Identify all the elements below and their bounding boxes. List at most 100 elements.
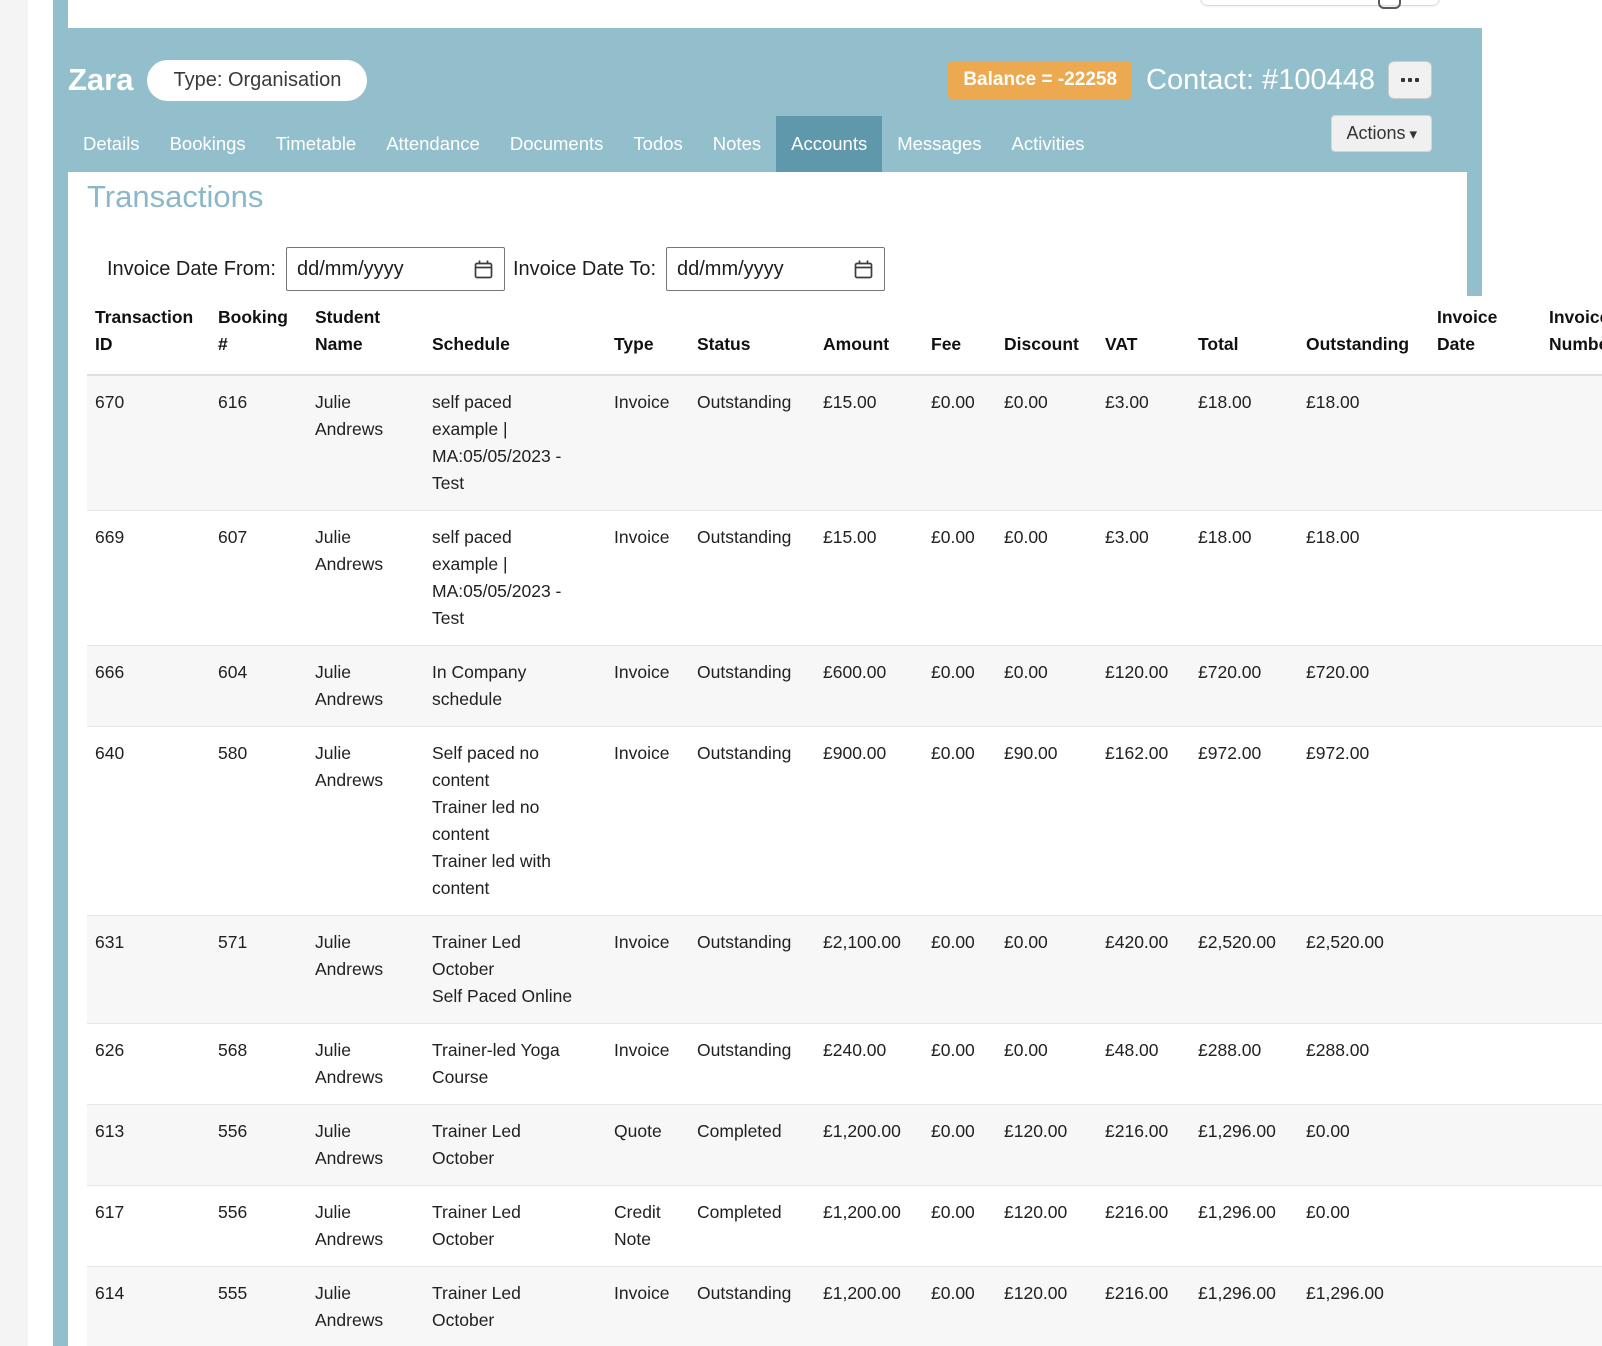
column-header-fee: Fee (923, 296, 996, 375)
cell-invoice-date (1429, 1267, 1541, 1346)
tab-todos[interactable]: Todos (618, 116, 697, 172)
cell-invoice-date (1429, 1024, 1541, 1105)
cell-vat: £120.00 (1097, 646, 1190, 727)
cell-total: £2,520.00 (1190, 916, 1298, 1024)
tab-notes[interactable]: Notes (698, 116, 776, 172)
cell-booking-number: 556 (210, 1186, 307, 1267)
cell-fee: £0.00 (923, 1186, 996, 1267)
cell-invoice-number (1541, 727, 1602, 916)
cell-outstanding: £18.00 (1298, 375, 1429, 511)
cell-status: Outstanding (689, 375, 815, 511)
cell-student-name: Julie Andrews (307, 511, 424, 646)
cell-student-name: Julie Andrews (307, 1024, 424, 1105)
contact-name: Zara (68, 62, 133, 98)
ellipsis-icon (1408, 78, 1412, 82)
calendar-icon[interactable] (473, 259, 494, 280)
column-header-outstanding: Outstanding (1298, 296, 1429, 375)
invoice-date-from-input[interactable]: dd/mm/yyyy (286, 247, 505, 291)
cell-vat: £3.00 (1097, 511, 1190, 646)
cell-type: Invoice (606, 511, 689, 646)
invoice-date-to-input[interactable]: dd/mm/yyyy (666, 247, 885, 291)
tab-timetable[interactable]: Timetable (261, 116, 372, 172)
cell-fee: £0.00 (923, 916, 996, 1024)
balance-badge: Balance = -22258 (948, 61, 1132, 99)
ellipsis-icon (1415, 78, 1419, 82)
cell-student-name: Julie Andrews (307, 375, 424, 511)
cell-total: £18.00 (1190, 511, 1298, 646)
cell-outstanding: £2,520.00 (1298, 916, 1429, 1024)
accounts-tab-content: Transactions Invoice Date From: dd/mm/yy… (68, 172, 1467, 1346)
column-header-status: Status (689, 296, 815, 375)
cell-total: £1,296.00 (1190, 1267, 1298, 1346)
cell-booking-number: 580 (210, 727, 307, 916)
cell-invoice-date (1429, 511, 1541, 646)
cell-student-name: Julie Andrews (307, 646, 424, 727)
cell-status: Outstanding (689, 1267, 815, 1346)
cell-student-name: Julie Andrews (307, 727, 424, 916)
table-row: 631571Julie AndrewsTrainer Led October S… (87, 916, 1602, 1024)
invoice-date-to-label: Invoice Date To: (513, 258, 656, 281)
cell-discount: £0.00 (996, 375, 1097, 511)
tab-messages[interactable]: Messages (882, 116, 996, 172)
cell-transaction-id: 669 (87, 511, 210, 646)
tab-details[interactable]: Details (68, 116, 155, 172)
actions-button[interactable]: Actions▾ (1331, 115, 1432, 152)
cell-status: Completed (689, 1186, 815, 1267)
cell-fee: £0.00 (923, 1105, 996, 1186)
cell-discount: £120.00 (996, 1105, 1097, 1186)
invoice-date-from-label: Invoice Date From: (107, 258, 276, 281)
cell-amount: £1,200.00 (815, 1186, 923, 1267)
cell-amount: £240.00 (815, 1024, 923, 1105)
cell-vat: £420.00 (1097, 916, 1190, 1024)
column-header-invoice-date: Invoice Date (1429, 296, 1541, 375)
cell-status: Outstanding (689, 916, 815, 1024)
cell-invoice-number (1541, 1105, 1602, 1186)
cell-total: £288.00 (1190, 1024, 1298, 1105)
ellipsis-icon (1401, 78, 1405, 82)
calendar-icon[interactable] (853, 259, 874, 280)
table-row: 626568Julie AndrewsTrainer-led Yoga Cour… (87, 1024, 1602, 1105)
tab-accounts[interactable]: Accounts (776, 116, 882, 172)
cell-transaction-id: 614 (87, 1267, 210, 1346)
cell-total: £18.00 (1190, 375, 1298, 511)
cell-booking-number: 604 (210, 646, 307, 727)
tab-attendance[interactable]: Attendance (371, 116, 495, 172)
cell-type: Invoice (606, 727, 689, 916)
table-row: 640580Julie AndrewsSelf paced no content… (87, 727, 1602, 916)
column-header-amount: Amount (815, 296, 923, 375)
cell-status: Outstanding (689, 511, 815, 646)
contact-id-label: Contact: #100448 (1146, 64, 1375, 97)
cell-booking-number: 568 (210, 1024, 307, 1105)
cell-invoice-date (1429, 1105, 1541, 1186)
cell-transaction-id: 640 (87, 727, 210, 916)
cell-invoice-date (1429, 727, 1541, 916)
column-header-transaction-id: Transaction ID (87, 296, 210, 375)
cell-vat: £216.00 (1097, 1105, 1190, 1186)
cell-type: Invoice (606, 1024, 689, 1105)
cell-total: £1,296.00 (1190, 1105, 1298, 1186)
table-row: 666604Julie AndrewsIn Company scheduleIn… (87, 646, 1602, 727)
more-options-button[interactable] (1388, 61, 1432, 99)
column-header-vat: VAT (1097, 296, 1190, 375)
table-header-row: Transaction IDBooking #Student NameSched… (87, 296, 1602, 375)
cell-amount: £600.00 (815, 646, 923, 727)
tab-bookings[interactable]: Bookings (155, 116, 261, 172)
cell-discount: £90.00 (996, 727, 1097, 916)
table-row: 669607Julie Andrewsself paced example | … (87, 511, 1602, 646)
cell-booking-number: 555 (210, 1267, 307, 1346)
contact-tabs: DetailsBookingsTimetableAttendanceDocume… (68, 116, 1100, 172)
cell-student-name: Julie Andrews (307, 916, 424, 1024)
column-header-schedule: Schedule (424, 296, 606, 375)
cell-invoice-date (1429, 375, 1541, 511)
cell-schedule: Self paced no content Trainer led no con… (424, 727, 606, 916)
cell-type: Invoice (606, 375, 689, 511)
cell-transaction-id: 631 (87, 916, 210, 1024)
cell-amount: £1,200.00 (815, 1267, 923, 1346)
tab-documents[interactable]: Documents (495, 116, 619, 172)
cell-invoice-number (1541, 646, 1602, 727)
cell-fee: £0.00 (923, 375, 996, 511)
tab-activities[interactable]: Activities (997, 116, 1100, 172)
cell-schedule: Trainer-led Yoga Course (424, 1024, 606, 1105)
cell-vat: £48.00 (1097, 1024, 1190, 1105)
cell-outstanding: £1,296.00 (1298, 1267, 1429, 1346)
